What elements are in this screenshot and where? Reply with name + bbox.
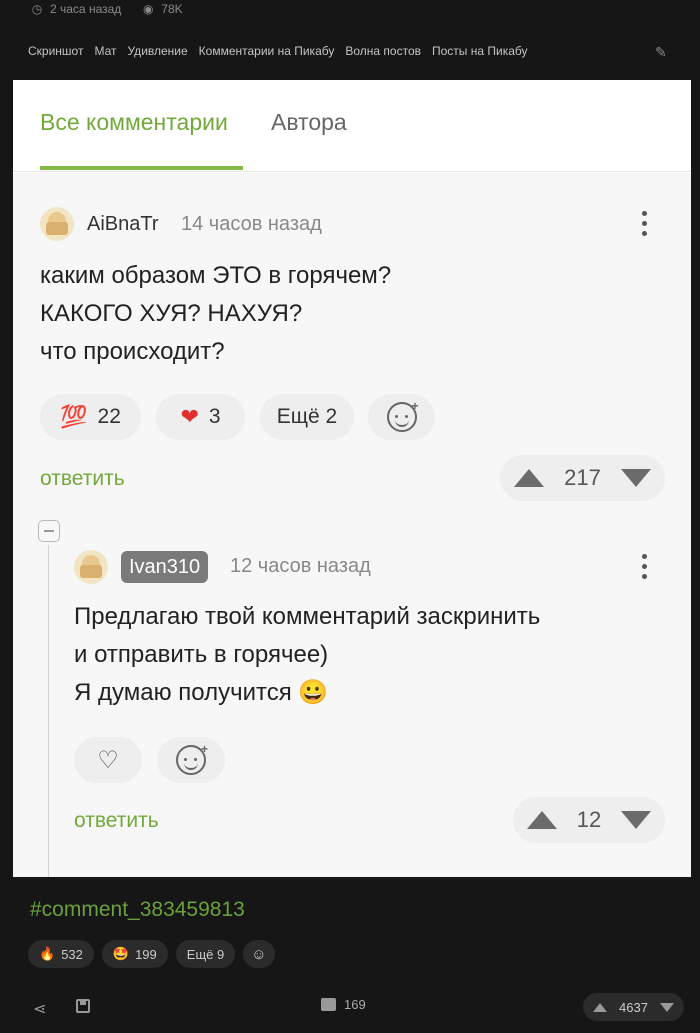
reaction-star-struck[interactable]: 🤩 199	[101, 940, 168, 968]
thread-line	[48, 545, 49, 877]
comment-line: что происходит?	[40, 338, 225, 365]
heart-outline-icon: ♡	[97, 746, 119, 774]
more-options-icon	[642, 211, 648, 236]
reaction-count: 532	[61, 946, 83, 962]
comment-author-badge: Ivan310	[121, 551, 209, 583]
reaction-hundred: 💯 22	[40, 394, 141, 440]
pencil-icon[interactable]: ✎	[655, 44, 667, 61]
comment-text: Предлагаю твой комментарий заскринить и …	[74, 598, 540, 712]
more-options-icon	[642, 554, 648, 579]
save-icon[interactable]	[76, 999, 90, 1013]
upvote-icon[interactable]	[593, 1002, 607, 1012]
comment-time: 12 часов назад	[230, 555, 371, 577]
post-views: 78K	[161, 2, 183, 16]
reply-link: ответить	[74, 809, 159, 832]
comment-line: Предлагаю твой комментарий заскринить	[74, 603, 541, 630]
comment-time: 14 часов назад	[181, 213, 322, 235]
more-reactions: Ещё 2	[260, 394, 354, 440]
reaction-fire[interactable]: 🔥 532	[28, 940, 94, 968]
fire-icon: 🔥	[39, 946, 56, 961]
like-button: ♡	[74, 737, 142, 783]
downvote-icon	[621, 469, 651, 487]
comment-hashtag-link[interactable]: #comment_383459813	[30, 898, 245, 922]
comment-icon	[321, 998, 336, 1011]
rating-value: 12	[576, 807, 602, 832]
hundred-icon: 💯	[60, 404, 88, 429]
post-rating-value: 4637	[619, 999, 648, 1015]
post-reactions: 🔥 532 🤩 199 Ещё 9 ☺	[28, 940, 275, 968]
reaction-heart: ❤ 3	[156, 394, 245, 440]
more-reactions-button[interactable]: Ещё 9	[175, 940, 236, 968]
tab-underline	[40, 166, 243, 170]
add-reaction-button[interactable]: ☺	[243, 940, 275, 968]
comment-tabs: Все комментарии Автора	[13, 80, 691, 172]
add-reaction: +	[157, 737, 225, 783]
comment-line: каким образом ЭТО в горячем?	[40, 262, 392, 289]
comment-line: и отправить в горячее)	[74, 641, 329, 668]
tag[interactable]: Мат	[94, 44, 116, 58]
post-image: Все комментарии Автора AiBnaTr 14 часов …	[13, 80, 691, 877]
tag[interactable]: Волна постов	[345, 44, 421, 58]
avatar	[74, 550, 108, 584]
comments-count: 169	[344, 997, 366, 1012]
reaction-count: 3	[208, 405, 221, 428]
tag[interactable]: Комментарии на Пикабу	[199, 44, 335, 58]
eye-icon: ◉	[143, 2, 154, 16]
comment-rating: 12	[513, 797, 665, 843]
add-reaction: +	[368, 394, 435, 440]
comment-rating: 217	[500, 455, 665, 501]
add-reaction-icon: +	[386, 399, 419, 432]
post-tags: Скриншот Мат Удивление Комментарии на Пи…	[28, 44, 528, 58]
comment-line: КАКОГО ХУЯ? НАХУЯ?	[40, 300, 303, 327]
add-reaction-icon: ☺	[251, 945, 267, 963]
comment-thread: AiBnaTr 14 часов назад каким образом ЭТО…	[13, 173, 691, 877]
clock-icon: ◷	[31, 2, 43, 16]
tag[interactable]: Удивление	[128, 44, 188, 58]
star-struck-icon: 🤩	[112, 946, 130, 961]
comments-button[interactable]: 169	[321, 997, 366, 1012]
tab-author: Автора	[271, 109, 347, 135]
heart-icon: ❤	[180, 404, 199, 429]
collapse-thread-icon	[38, 520, 60, 542]
rating-value: 217	[564, 465, 601, 490]
post-rating: 4637	[583, 993, 684, 1021]
downvote-icon[interactable]	[659, 1002, 674, 1012]
post-meta: ◷ 2 часа назад ◉ 78K	[30, 2, 183, 16]
tag[interactable]: Посты на Пикабу	[432, 44, 528, 58]
upvote-icon	[514, 469, 544, 487]
reaction-count: 22	[97, 405, 121, 428]
tag[interactable]: Скриншот	[28, 44, 83, 58]
reply-link: ответить	[40, 467, 125, 490]
post-footer: ⋖ 169 4637	[0, 985, 700, 1033]
reaction-count: 199	[135, 946, 157, 962]
avatar	[40, 207, 74, 241]
add-reaction-icon: +	[176, 742, 208, 775]
post-time: 2 часа назад	[50, 2, 122, 16]
downvote-icon	[620, 811, 651, 829]
comment-author: AiBnaTr	[87, 213, 159, 235]
tab-all-comments: Все комментарии	[40, 109, 228, 135]
comment-text: каким образом ЭТО в горячем? КАКОГО ХУЯ?…	[40, 257, 391, 371]
comment-line: Я думаю получится 😀	[74, 679, 329, 706]
upvote-icon	[527, 811, 557, 829]
share-icon[interactable]: ⋖	[33, 999, 46, 1019]
